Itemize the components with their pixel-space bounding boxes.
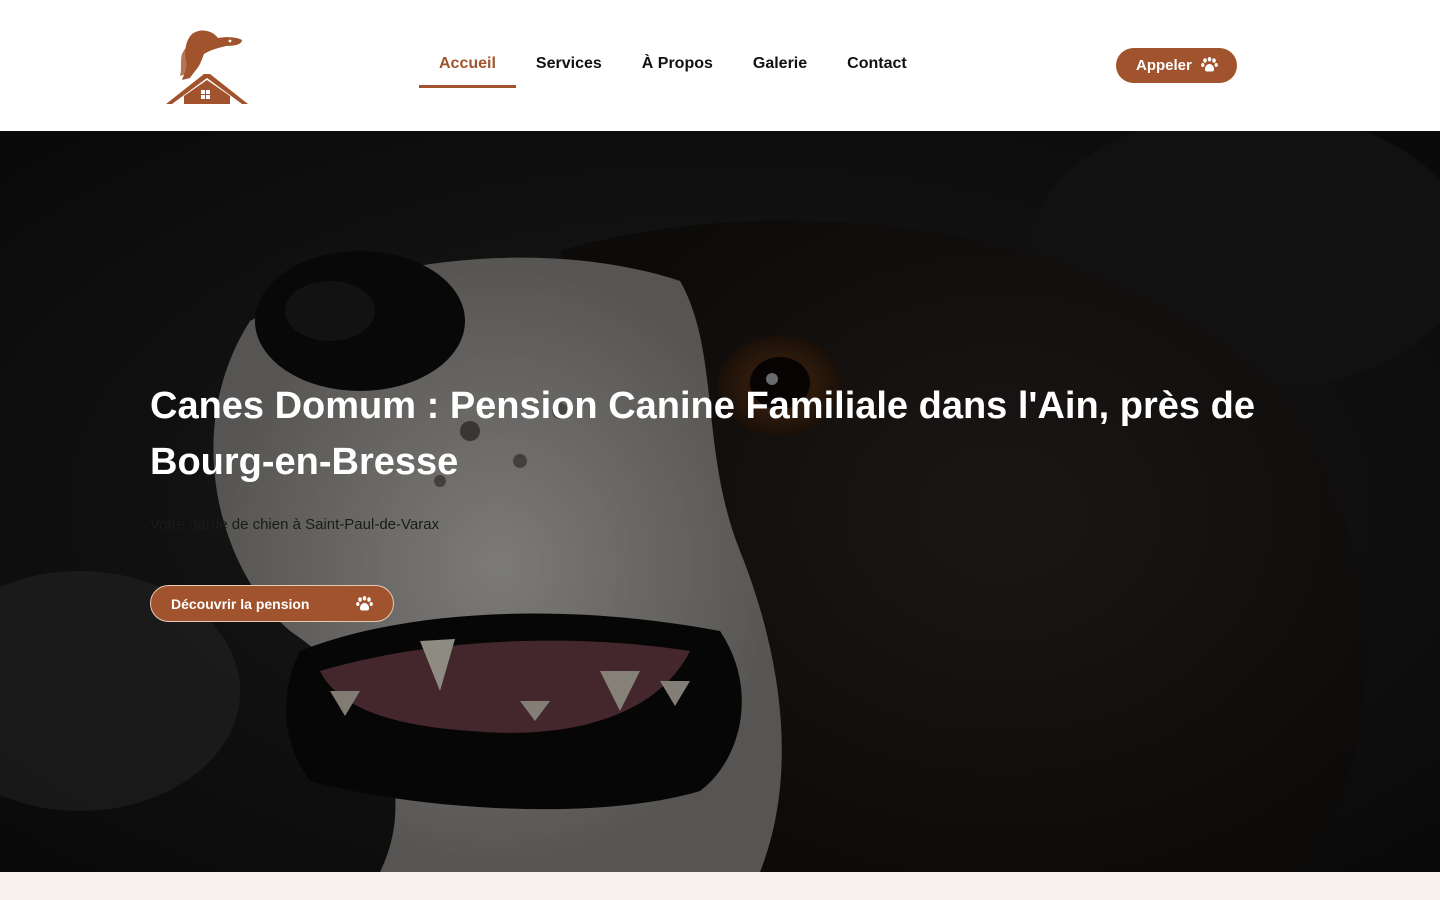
paw-icon bbox=[356, 596, 373, 615]
next-section-strip bbox=[0, 872, 1440, 900]
nav-item-galerie[interactable]: Galerie bbox=[733, 40, 827, 88]
hero-section: Canes Domum : Pension Canine Familiale d… bbox=[0, 131, 1440, 872]
discover-pension-button[interactable]: Découvrir la pension bbox=[150, 585, 394, 622]
nav-item-accueil[interactable]: Accueil bbox=[419, 40, 516, 88]
nav-item-services[interactable]: Services bbox=[516, 40, 622, 88]
nav-item-a-propos[interactable]: À Propos bbox=[622, 40, 733, 88]
main-nav: Accueil Services À Propos Galerie Contac… bbox=[419, 40, 927, 88]
dog-house-logo-icon[interactable] bbox=[160, 24, 254, 108]
paw-icon bbox=[1201, 57, 1218, 77]
call-button-label: Appeler bbox=[1136, 57, 1192, 74]
nav-item-contact[interactable]: Contact bbox=[827, 40, 927, 88]
discover-pension-label: Découvrir la pension bbox=[171, 595, 310, 612]
hero-title: Canes Domum : Pension Canine Familiale d… bbox=[150, 385, 1255, 483]
hero-overlay bbox=[0, 131, 1440, 872]
hero-subtitle: Votre garde de chien à Saint-Paul-de-Var… bbox=[150, 516, 440, 533]
call-button[interactable]: Appeler bbox=[1116, 48, 1237, 83]
site-header: Accueil Services À Propos Galerie Contac… bbox=[0, 0, 1440, 131]
